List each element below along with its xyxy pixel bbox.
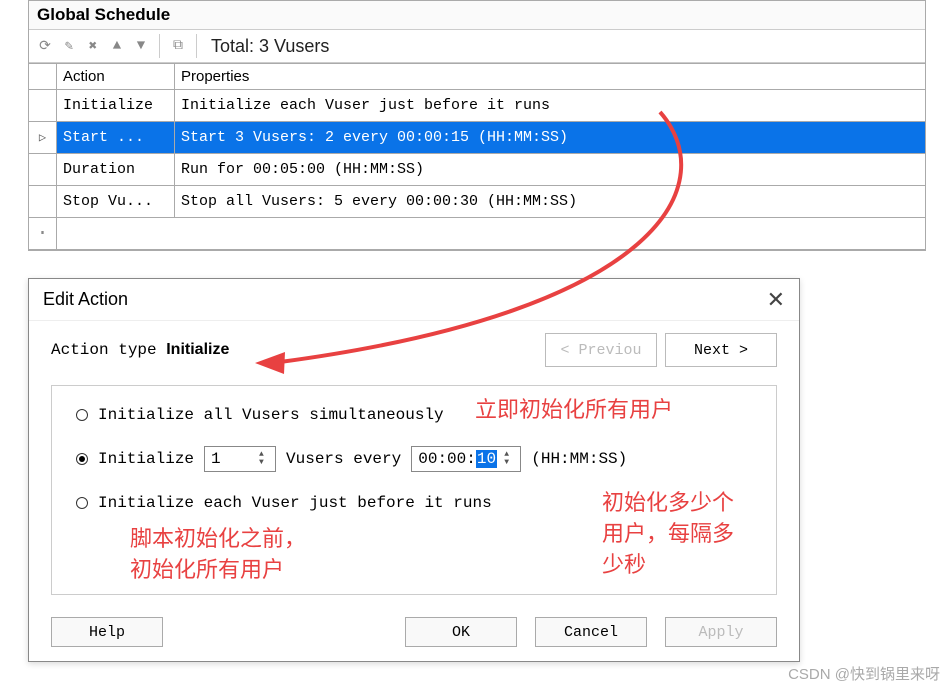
time-format-label: (HH:MM:SS): [531, 450, 627, 468]
table-row[interactable]: Initialize Initialize each Vuser just be…: [29, 90, 925, 122]
separator: [196, 34, 197, 58]
global-schedule-panel: Global Schedule ⟳ ✎ ✖ ▲ ▼ ⧉ Total: 3 Vus…: [28, 0, 926, 251]
arrow-up-icon[interactable]: ▲: [107, 36, 127, 56]
table-row[interactable]: Start ... Start 3 Vusers: 2 every 00:00:…: [29, 122, 925, 154]
arrow-down-icon[interactable]: ▼: [131, 36, 151, 56]
spinner-buttons[interactable]: ▲▼: [259, 451, 273, 467]
spinner-value: 1: [211, 450, 221, 468]
total-vusers: Total: 3 Vusers: [211, 36, 329, 57]
dialog-title: Edit Action: [43, 289, 128, 310]
vuser-count-spinner[interactable]: 1 ▲▼: [204, 446, 276, 472]
refresh-icon[interactable]: ⟳: [35, 36, 55, 56]
radio-option-each[interactable]: Initialize each Vuser just before it run…: [76, 494, 752, 512]
spinner-buttons[interactable]: ▲▼: [504, 451, 518, 467]
cell-properties: Run for 00:05:00 (HH:MM:SS): [175, 154, 925, 185]
toolbar: ⟳ ✎ ✖ ▲ ▼ ⧉ Total: 3 Vusers: [29, 29, 925, 63]
radio-label: Vusers every: [286, 450, 401, 468]
action-type-label: Action type Initialize: [51, 341, 229, 359]
cell-action: Start ...: [57, 122, 175, 153]
delete-icon[interactable]: ✖: [83, 36, 103, 56]
cell-action: Stop Vu...: [57, 186, 175, 217]
cell-properties: Start 3 Vusers: 2 every 00:00:15 (HH:MM:…: [175, 122, 925, 153]
dialog-titlebar: Edit Action ✕: [29, 279, 799, 321]
radio-option-all[interactable]: Initialize all Vusers simultaneously: [76, 406, 752, 424]
radio-label: Initialize all Vusers simultaneously: [98, 406, 444, 424]
table-row[interactable]: Duration Run for 00:05:00 (HH:MM:SS): [29, 154, 925, 186]
initialize-radio-group: Initialize all Vusers simultaneously Ini…: [51, 385, 777, 595]
action-type-value: Initialize: [166, 341, 229, 358]
action-type-text: Action type: [51, 341, 157, 359]
edit-icon[interactable]: ✎: [59, 36, 79, 56]
table-row[interactable]: [29, 218, 925, 250]
nav-buttons: < Previou Next >: [545, 333, 777, 367]
row-handle: [29, 90, 57, 121]
watermark: CSDN @快到锅里来呀: [788, 663, 940, 684]
cancel-button[interactable]: Cancel: [535, 617, 647, 647]
cell-action: Duration: [57, 154, 175, 185]
radio-label: Initialize each Vuser just before it run…: [98, 494, 492, 512]
radio-icon[interactable]: [76, 497, 88, 509]
cell-properties: Stop all Vusers: 5 every 00:00:30 (HH:MM…: [175, 186, 925, 217]
row-handle: [29, 122, 57, 153]
action-type-row: Action type Initialize < Previou Next >: [51, 333, 777, 367]
table-row[interactable]: Stop Vu... Stop all Vusers: 5 every 00:0…: [29, 186, 925, 218]
grid-header: Action Properties: [29, 64, 925, 90]
next-button[interactable]: Next >: [665, 333, 777, 367]
copy-icon[interactable]: ⧉: [168, 36, 188, 56]
radio-icon[interactable]: [76, 409, 88, 421]
schedule-grid: Action Properties Initialize Initialize …: [29, 63, 925, 250]
time-value: 00:00:10: [418, 450, 497, 468]
column-action[interactable]: Action: [57, 64, 175, 89]
radio-label: Initialize: [98, 450, 194, 468]
cell-action: Initialize: [57, 90, 175, 121]
dialog-buttons: Help OK Cancel Apply: [51, 617, 777, 647]
previous-button[interactable]: < Previou: [545, 333, 657, 367]
row-handle: [29, 64, 57, 89]
close-icon[interactable]: ✕: [767, 287, 785, 313]
row-handle: [29, 186, 57, 217]
dialog-body: Action type Initialize < Previou Next > …: [29, 321, 799, 595]
help-button[interactable]: Help: [51, 617, 163, 647]
apply-button[interactable]: Apply: [665, 617, 777, 647]
row-handle: [29, 154, 57, 185]
radio-icon[interactable]: [76, 453, 88, 465]
panel-title: Global Schedule: [29, 1, 925, 29]
edit-action-dialog: Edit Action ✕ Action type Initialize < P…: [28, 278, 800, 662]
separator: [159, 34, 160, 58]
ok-button[interactable]: OK: [405, 617, 517, 647]
row-handle: [29, 218, 57, 249]
interval-time-spinner[interactable]: 00:00:10 ▲▼: [411, 446, 521, 472]
radio-option-interval[interactable]: Initialize 1 ▲▼ Vusers every 00:00:10 ▲▼…: [76, 446, 752, 472]
cell-properties: Initialize each Vuser just before it run…: [175, 90, 925, 121]
column-properties[interactable]: Properties: [175, 64, 925, 89]
